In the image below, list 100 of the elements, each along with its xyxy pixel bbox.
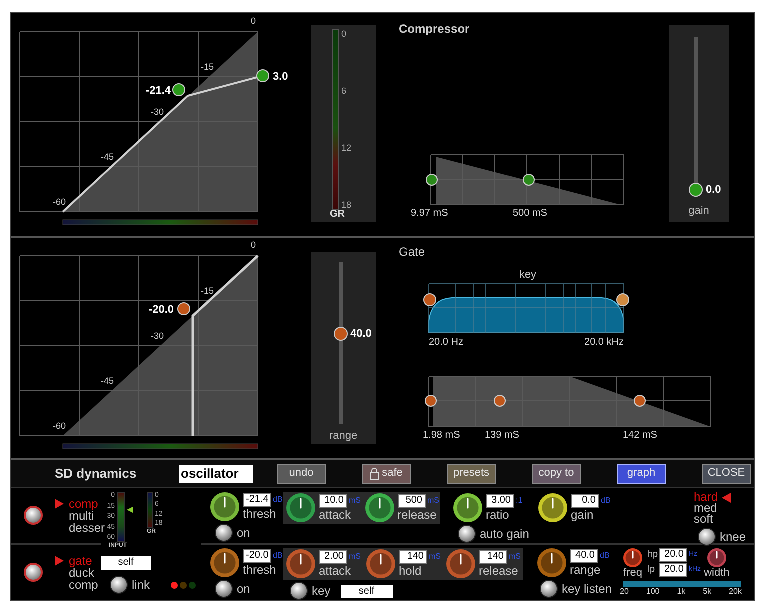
- key-source-field[interactable]: self: [101, 556, 151, 570]
- value-field[interactable]: 20.0: [659, 548, 687, 562]
- key-source-field[interactable]: self: [340, 584, 393, 598]
- frequency-scale-label: 20k: [729, 587, 742, 596]
- value-field[interactable]: 3.00: [486, 494, 514, 508]
- release-handle[interactable]: [523, 174, 535, 186]
- threshold-value: -21.4: [146, 85, 171, 97]
- knob-label: freq: [624, 568, 642, 579]
- mode-option[interactable]: multi: [55, 510, 106, 522]
- attack-handle[interactable]: [426, 174, 438, 186]
- preset-name-field[interactable]: oscillator: [179, 464, 253, 482]
- knee-option[interactable]: hard: [694, 492, 746, 503]
- toolbar-button[interactable]: safe: [362, 464, 411, 484]
- knob-label: width: [704, 568, 730, 579]
- knee-option[interactable]: med: [694, 503, 746, 514]
- knob[interactable]: [366, 549, 396, 579]
- frequency-label: 20.0 kHz: [584, 337, 624, 347]
- power-button[interactable]: [24, 506, 43, 525]
- button-label: auto gain: [480, 526, 530, 543]
- lock-icon: [370, 468, 380, 480]
- toolbar-button[interactable]: CLOSE: [702, 464, 751, 484]
- section-title: Gate: [399, 244, 426, 261]
- round-button[interactable]: [290, 582, 308, 600]
- knob[interactable]: [446, 549, 476, 579]
- slider-thumb[interactable]: [689, 183, 703, 197]
- value-field[interactable]: -20.0: [243, 549, 271, 563]
- axis-tick-label: -30: [151, 107, 164, 117]
- threshold-handle[interactable]: [178, 302, 190, 316]
- round-button[interactable]: [215, 580, 233, 598]
- button-label: link: [132, 577, 150, 594]
- triangle-icon: [55, 498, 64, 508]
- round-button[interactable]: [540, 580, 558, 598]
- frequency-scale-label: 1k: [677, 587, 686, 596]
- knee-option[interactable]: soft: [694, 514, 746, 525]
- knob-label: hold: [399, 564, 423, 578]
- knob-label: attack: [319, 564, 352, 578]
- knob-label: release: [398, 508, 438, 522]
- attack-handle[interactable]: [425, 395, 437, 407]
- knob[interactable]: [210, 492, 240, 522]
- gain-reduction-meter: [147, 492, 153, 528]
- unit-label: dB: [273, 494, 283, 506]
- value-field[interactable]: 2.00: [319, 550, 347, 564]
- knob[interactable]: [538, 493, 568, 523]
- toolbar-button[interactable]: presets: [447, 464, 496, 484]
- knob[interactable]: [537, 548, 567, 578]
- round-button[interactable]: [110, 576, 128, 594]
- knob[interactable]: [623, 548, 643, 568]
- toolbar-button[interactable]: graph: [617, 464, 666, 484]
- unit-label: :1: [516, 495, 523, 507]
- knob[interactable]: [210, 548, 240, 578]
- round-button[interactable]: [698, 528, 716, 546]
- slider-thumb[interactable]: [334, 327, 348, 342]
- mode-option[interactable]: comp: [55, 498, 106, 510]
- axis-tick-label: -15: [201, 286, 214, 296]
- unit-label: mS: [429, 551, 441, 563]
- unit-label: mS: [428, 495, 440, 507]
- graph-title: key: [519, 269, 537, 281]
- mode-option[interactable]: desser: [55, 522, 106, 534]
- threshold-handle[interactable]: [172, 84, 186, 96]
- meter-scale-label: 12: [342, 143, 353, 153]
- axis-tick-label: -60: [53, 421, 66, 431]
- knob-label: range: [570, 563, 602, 577]
- value-field[interactable]: 140: [479, 550, 507, 564]
- filter-label: lp: [648, 563, 656, 576]
- knob[interactable]: [453, 493, 483, 523]
- time-label: 1.98 mS: [423, 430, 460, 441]
- knob[interactable]: [286, 549, 316, 579]
- value-field[interactable]: 0.0: [571, 494, 599, 508]
- value-field[interactable]: 40.0: [570, 549, 598, 563]
- axis-tick-label: -30: [151, 331, 164, 341]
- ratio-handle[interactable]: [256, 70, 270, 82]
- frequency-label: 20.0 Hz: [429, 337, 464, 347]
- value-field[interactable]: 500: [398, 494, 426, 508]
- unit-label: mS: [349, 551, 361, 563]
- triangle-icon: [722, 492, 732, 502]
- axis-tick-label: 0: [251, 16, 256, 26]
- time-label: 500 mS: [513, 208, 548, 219]
- knob[interactable]: [286, 493, 316, 523]
- value-field[interactable]: -21.4: [243, 493, 271, 507]
- low-cut-handle[interactable]: [424, 294, 436, 306]
- button-label: on: [237, 525, 250, 542]
- toolbar-button[interactable]: undo: [277, 464, 326, 484]
- button-label: key: [312, 583, 331, 600]
- mode-option[interactable]: comp: [55, 578, 98, 590]
- mode-option[interactable]: duck: [55, 566, 98, 578]
- high-cut-handle[interactable]: [616, 294, 630, 306]
- round-button[interactable]: [458, 525, 476, 543]
- knob-label: gain: [571, 508, 595, 522]
- mode-option[interactable]: gate: [55, 554, 98, 566]
- knob-label: attack: [319, 508, 352, 522]
- value-field[interactable]: 140: [399, 550, 427, 564]
- value-field[interactable]: 10.0: [319, 494, 347, 508]
- round-button[interactable]: [215, 524, 233, 542]
- knob[interactable]: [364, 493, 394, 523]
- knob[interactable]: [706, 548, 727, 568]
- power-button[interactable]: [24, 563, 43, 582]
- release-handle[interactable]: [634, 395, 646, 407]
- toolbar-button[interactable]: copy to: [532, 464, 581, 484]
- value-field[interactable]: 20.0: [659, 563, 687, 577]
- slider-label: gain: [688, 204, 710, 219]
